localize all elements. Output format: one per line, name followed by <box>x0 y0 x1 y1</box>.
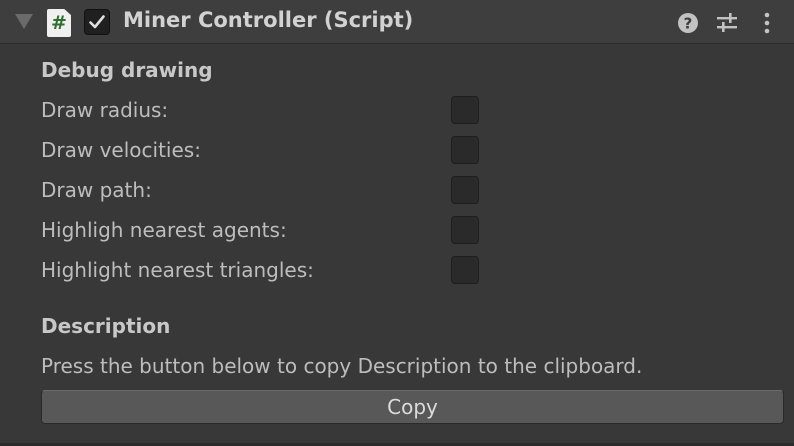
description-text: Press the button below to copy Descripti… <box>41 354 643 378</box>
preset-sliders-icon[interactable] <box>714 10 740 36</box>
draw-velocities-label: Draw velocities: <box>41 138 201 162</box>
kebab-menu-icon[interactable] <box>754 10 780 36</box>
checkmark-icon <box>89 15 105 29</box>
highlight-nearest-agents-checkbox[interactable] <box>451 216 479 244</box>
debug-drawing-heading: Debug drawing <box>41 58 213 82</box>
inspector-component-panel: # Miner Controller (Script) ? Debug draw… <box>0 0 794 446</box>
script-icon-glyph: # <box>51 12 67 34</box>
highlight-nearest-agents-label: Highligh nearest agents: <box>41 218 287 242</box>
draw-path-checkbox[interactable] <box>451 176 479 204</box>
component-title: Miner Controller (Script) <box>123 8 414 32</box>
component-header[interactable]: # Miner Controller (Script) ? <box>0 0 794 44</box>
draw-radius-label: Draw radius: <box>41 98 169 122</box>
component-enabled-checkbox[interactable] <box>84 9 110 35</box>
help-icon[interactable]: ? <box>675 10 701 36</box>
highlight-nearest-triangles-label: Highlight nearest triangles: <box>41 258 314 282</box>
foldout-arrow-icon[interactable] <box>15 14 33 29</box>
draw-radius-checkbox[interactable] <box>451 96 479 124</box>
description-heading: Description <box>41 314 171 338</box>
svg-text:?: ? <box>684 15 693 33</box>
copy-button[interactable]: Copy <box>41 390 784 424</box>
script-icon: # <box>47 9 71 37</box>
draw-velocities-checkbox[interactable] <box>451 136 479 164</box>
draw-path-label: Draw path: <box>41 178 152 202</box>
highlight-nearest-triangles-checkbox[interactable] <box>451 256 479 284</box>
